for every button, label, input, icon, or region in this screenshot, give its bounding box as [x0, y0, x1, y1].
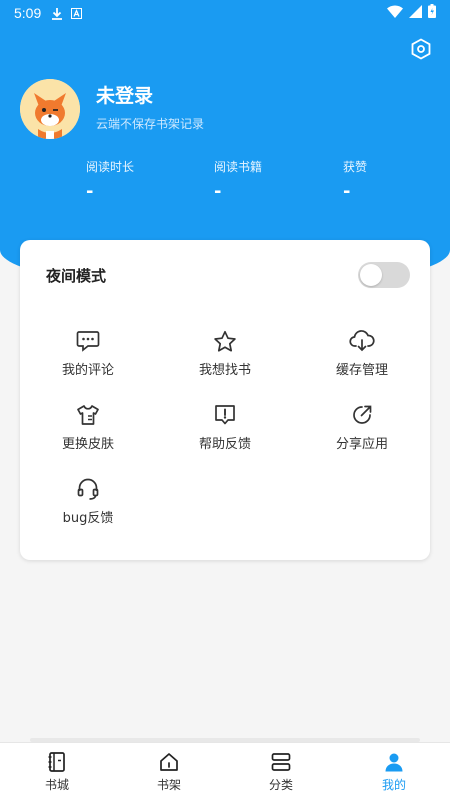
stat-reading-time: 阅读时长 -: [86, 158, 134, 202]
menu-label: 帮助反馈: [198, 437, 251, 452]
person-icon: [383, 751, 405, 773]
cloud-download-icon: [349, 328, 375, 354]
night-mode-toggle[interactable]: [358, 262, 410, 288]
nav-label: 书城: [44, 778, 69, 792]
settings-button[interactable]: [410, 38, 432, 64]
wifi-icon: [387, 4, 403, 22]
book-icon: [46, 751, 68, 773]
nav-label: 书架: [156, 778, 181, 792]
menu-find-book[interactable]: 我想找书: [165, 328, 285, 384]
menu-help-feedback[interactable]: 帮助反馈: [165, 402, 285, 458]
avatar[interactable]: [20, 79, 80, 139]
menu-label: 分享应用: [335, 437, 388, 452]
stat-value: -: [214, 181, 222, 202]
menu-label: 我的评论: [61, 363, 114, 378]
nav-label: 分类: [268, 778, 293, 792]
stat-label: 阅读书籍: [214, 160, 263, 174]
category-icon: [270, 751, 292, 773]
stat-label: 获赞: [343, 160, 368, 174]
menu-bug-feedback[interactable]: bug反馈: [28, 476, 148, 532]
menu-label: 更换皮肤: [61, 437, 114, 452]
menu-share-app[interactable]: 分享应用: [302, 402, 422, 458]
username[interactable]: 未登录: [96, 81, 153, 108]
shirt-icon: [75, 402, 101, 428]
stat-books-read: 阅读书籍 -: [214, 158, 262, 202]
nav-item-bookstore[interactable]: 书城: [17, 751, 97, 795]
feedback-icon: [212, 402, 238, 428]
download-icon: [51, 7, 63, 20]
toggle-knob: [360, 264, 382, 286]
menu-label: bug反馈: [62, 511, 114, 526]
star-icon: [212, 328, 238, 354]
status-time: 5:09: [14, 5, 42, 21]
settings-hexagon-icon: [411, 38, 431, 64]
function-card: 夜间模式 我的评论 我想找书 缓存管理 更换皮肤 帮助反馈 分享应用 bug反馈: [20, 240, 430, 560]
bottom-nav: 书城 书架 分类 我的: [0, 742, 450, 800]
nav-item-mine[interactable]: 我的: [354, 751, 434, 795]
menu-label: 我想找书: [198, 363, 251, 378]
fox-mascot-icon: [20, 79, 80, 139]
home-icon: [158, 751, 180, 773]
night-mode-row: 夜间模式: [46, 262, 410, 288]
menu-cache-management[interactable]: 缓存管理: [302, 328, 422, 384]
menu-change-skin[interactable]: 更换皮肤: [28, 402, 148, 458]
nav-label: 我的: [381, 778, 406, 792]
stat-likes: 获赞 -: [343, 158, 367, 202]
menu-my-comments[interactable]: 我的评论: [28, 328, 148, 384]
stat-label: 阅读时长: [86, 160, 135, 174]
stat-value: -: [86, 181, 94, 202]
signal-icon: [409, 4, 422, 22]
battery-icon: [428, 4, 436, 22]
night-mode-label: 夜间模式: [46, 266, 107, 285]
stat-value: -: [343, 181, 351, 202]
stats-row: 阅读时长 - 阅读书籍 - 获赞 -: [0, 158, 450, 208]
comment-icon: [75, 328, 101, 354]
status-bar: 5:09: [0, 0, 450, 26]
app-notification-icon: [71, 7, 83, 19]
share-icon: [349, 402, 375, 428]
menu-label: 缓存管理: [335, 363, 388, 378]
headset-icon: [75, 476, 101, 502]
login-hint: 云端不保存书架记录: [96, 117, 205, 131]
nav-item-category[interactable]: 分类: [241, 751, 321, 795]
nav-item-bookshelf[interactable]: 书架: [129, 751, 209, 795]
